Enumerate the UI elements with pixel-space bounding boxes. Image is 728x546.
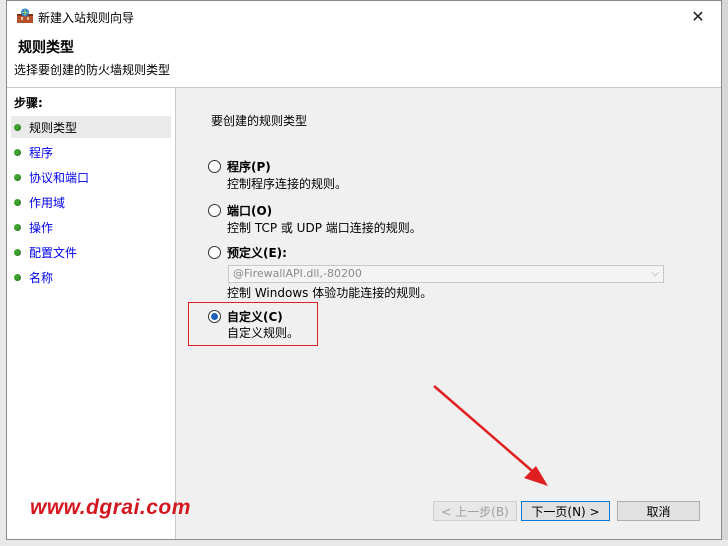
radio-custom[interactable] [208, 310, 221, 323]
step-dot-icon [14, 198, 21, 206]
page-title: 规则类型 [18, 40, 74, 56]
step-scope[interactable]: 作用域 [11, 191, 171, 213]
step-dot-icon [14, 223, 21, 231]
close-icon[interactable]: ✕ [675, 1, 721, 31]
chevron-down-icon: ⌵ [651, 268, 659, 279]
watermark-text: www.dgrai.com [30, 496, 191, 519]
title-bar[interactable]: 新建入站规则向导 ✕ [7, 1, 721, 31]
option-port-desc: 控制 TCP 或 UDP 端口连接的规则。 [227, 221, 422, 235]
step-label: 操作 [29, 220, 54, 235]
step-profile[interactable]: 配置文件 [11, 241, 171, 263]
steps-heading: 步骤: [14, 96, 43, 110]
option-program-label[interactable]: 程序(P) [227, 158, 271, 175]
wizard-window: 新建入站规则向导 ✕ 规则类型 选择要创建的防火墙规则类型 步骤: 规则类型 程… [6, 0, 722, 540]
firewall-app-icon [17, 8, 33, 23]
option-program-desc: 控制程序连接的规则。 [227, 177, 348, 191]
option-custom-label[interactable]: 自定义(C) [227, 308, 283, 325]
steps-panel: 步骤: 规则类型 程序 协议和端口 作用域 操作 配置文件 名称 [7, 88, 176, 539]
step-label: 名称 [29, 270, 54, 285]
step-protocol-ports[interactable]: 协议和端口 [11, 166, 171, 188]
predefined-select-value: @FirewallAPI.dll,-80200 [233, 267, 362, 280]
page-subtitle: 选择要创建的防火墙规则类型 [14, 63, 171, 77]
radio-predefined[interactable] [208, 246, 221, 259]
main-panel: 要创建的规则类型 程序(P) 控制程序连接的规则。 端口(O) 控制 TCP 或… [176, 88, 721, 539]
option-predefined-label[interactable]: 预定义(E): [227, 244, 287, 261]
step-name[interactable]: 名称 [11, 266, 171, 288]
back-button[interactable]: < 上一步(B) [433, 501, 517, 521]
option-port-label[interactable]: 端口(O) [227, 202, 272, 219]
step-label: 规则类型 [29, 120, 78, 135]
step-label: 配置文件 [29, 245, 78, 260]
radio-port[interactable] [208, 204, 221, 217]
step-program[interactable]: 程序 [11, 141, 171, 163]
step-label: 协议和端口 [29, 170, 90, 185]
step-label: 作用域 [29, 195, 66, 210]
step-dot-icon [14, 173, 21, 181]
next-button[interactable]: 下一页(N) > [521, 501, 610, 521]
step-dot-icon [14, 248, 21, 256]
cancel-button[interactable]: 取消 [617, 501, 700, 521]
step-dot-icon [14, 273, 21, 281]
predefined-select[interactable]: @FirewallAPI.dll,-80200 ⌵ [228, 265, 664, 283]
wizard-header: 规则类型 选择要创建的防火墙规则类型 [7, 31, 721, 88]
radio-program[interactable] [208, 160, 221, 173]
background-bottom-strip [0, 540, 728, 546]
window-title: 新建入站规则向导 [38, 11, 135, 25]
step-label: 程序 [29, 145, 54, 160]
option-predefined-desc: 控制 Windows 体验功能连接的规则。 [227, 286, 433, 300]
step-rule-type[interactable]: 规则类型 [11, 116, 171, 138]
rule-type-prompt: 要创建的规则类型 [211, 114, 308, 128]
step-dot-icon [14, 148, 21, 156]
step-dot-icon [14, 123, 21, 131]
option-custom-desc: 自定义规则。 [227, 326, 300, 340]
step-action[interactable]: 操作 [11, 216, 171, 238]
